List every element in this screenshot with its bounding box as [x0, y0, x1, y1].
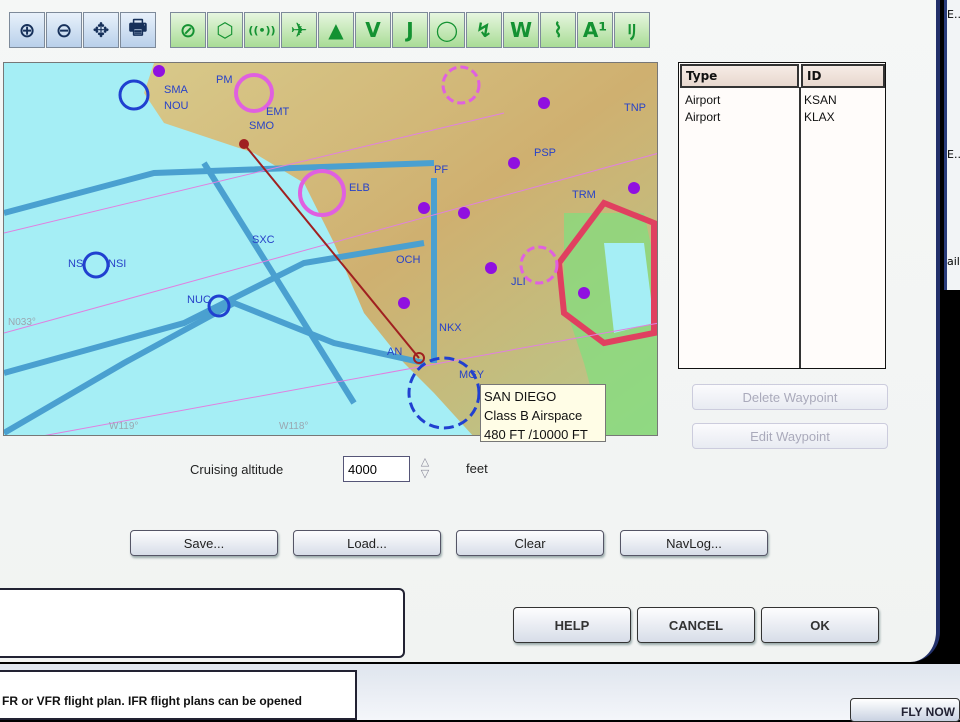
intersection-layer-icon[interactable]: ✈	[281, 12, 317, 48]
column-header-type[interactable]: Type	[680, 64, 799, 88]
terrain-layer-icon[interactable]: ▲	[318, 12, 354, 48]
print-icon[interactable]: 🖶	[120, 12, 156, 48]
airport-layer-icon[interactable]: ⊘	[170, 12, 206, 48]
tooltip-altitudes: 480 FT /10000 FT	[484, 427, 588, 442]
map-label: JLI	[511, 276, 526, 288]
map-label: SXC	[252, 234, 275, 246]
high-low-icon[interactable]: ⌇	[540, 12, 576, 48]
cancel-button[interactable]: CANCEL	[637, 607, 755, 643]
delete-waypoint-button[interactable]: Delete Waypoint	[692, 384, 888, 410]
navlog-button[interactable]: NavLog...	[620, 530, 768, 556]
grid-label: W118°	[279, 421, 308, 432]
jet-airways-icon[interactable]: J	[392, 12, 428, 48]
load-button[interactable]: Load...	[293, 530, 441, 556]
map-label: EMT	[266, 106, 290, 118]
map-label: NSI	[68, 258, 86, 270]
airspace-tooltip: SAN DIEGO Class B Airspace 480 FT /10000…	[480, 384, 606, 442]
map-label: PSP	[534, 147, 556, 159]
cruising-altitude-label: Cruising altitude	[190, 462, 284, 477]
tooltip-class: Class B Airspace	[484, 408, 583, 423]
altitude-unit: feet	[466, 461, 488, 476]
ndb-layer-icon[interactable]: ((•))	[244, 12, 280, 48]
map-label: ELB	[349, 182, 370, 194]
tooltip-name: SAN DIEGO	[484, 389, 557, 404]
weather-layer-icon[interactable]: W	[503, 12, 539, 48]
map-label: NOU	[164, 100, 189, 112]
map-label: TRM	[572, 189, 596, 201]
map-canvas: SMA NOU PM EMT SMO ELB TNP PSP TRM SXC N…	[4, 63, 657, 435]
zoom-out-icon[interactable]: ⊖	[46, 12, 82, 48]
column-header-id[interactable]: ID	[801, 64, 885, 88]
edit-waypoint-button[interactable]: Edit Waypoint	[692, 423, 888, 449]
column-divider	[799, 87, 801, 368]
waypoint-id[interactable]: KSAN	[804, 93, 837, 107]
ok-button[interactable]: OK	[761, 607, 879, 643]
boundaries-icon[interactable]: ﾘ	[614, 12, 650, 48]
map-label: NUC	[187, 294, 211, 306]
waypoint-list[interactable]: Type ID Airport KSAN Airport KLAX	[678, 62, 886, 369]
route-layer-icon[interactable]: ↯	[466, 12, 502, 48]
waypoint-type[interactable]: Airport	[685, 93, 720, 107]
zoom-in-icon[interactable]: ⊕	[9, 12, 45, 48]
flight-planner-dialog: ⊕ ⊖ ✥ 🖶 ⊘ ⬡ ((•)) ✈ ▲ V J ◯ ↯ W ⌇ A¹ ﾘ S…	[0, 0, 940, 662]
background-description: FR or VFR flight plan. IFR flight plans …	[0, 670, 357, 720]
help-button[interactable]: HELP	[513, 607, 631, 643]
vor-layer-icon[interactable]: ⬡	[207, 12, 243, 48]
altitude-spinner[interactable]: △ ▽	[414, 456, 436, 482]
airspace-layer-icon[interactable]: ◯	[429, 12, 465, 48]
map-label: SMA	[164, 84, 189, 96]
cruising-altitude-input[interactable]: 4000	[343, 456, 410, 482]
route-endpoint-klax	[239, 139, 249, 149]
map-label: AN	[387, 346, 402, 358]
map-label: NKX	[439, 322, 462, 334]
side-item: ail	[947, 255, 960, 268]
grid-label: N033°	[8, 317, 36, 328]
side-item: E...	[947, 8, 960, 21]
altitude-labels-icon[interactable]: A¹	[577, 12, 613, 48]
spin-down-icon[interactable]: ▽	[414, 468, 436, 480]
flight-map[interactable]: SMA NOU PM EMT SMO ELB TNP PSP TRM SXC N…	[3, 62, 658, 436]
map-label: TNP	[624, 102, 646, 114]
map-label: SMO	[249, 120, 275, 132]
center-icon[interactable]: ✥	[83, 12, 119, 48]
side-item: E...	[947, 148, 960, 161]
clear-button[interactable]: Clear	[456, 530, 604, 556]
fly-now-button[interactable]: FLY NOW	[850, 698, 960, 722]
waypoint-id[interactable]: KLAX	[804, 110, 835, 124]
map-label: PF	[434, 164, 448, 176]
map-label: PM	[216, 74, 233, 86]
map-label: OCH	[396, 254, 421, 266]
background-window: E... E... ail	[944, 0, 960, 290]
victor-airways-icon[interactable]: V	[355, 12, 391, 48]
map-label: NSI	[108, 258, 126, 270]
map-label: MGY	[459, 369, 485, 381]
grid-label: W119°	[109, 421, 138, 432]
info-panel	[0, 588, 405, 658]
waypoint-type[interactable]: Airport	[685, 110, 720, 124]
save-button[interactable]: Save...	[130, 530, 278, 556]
